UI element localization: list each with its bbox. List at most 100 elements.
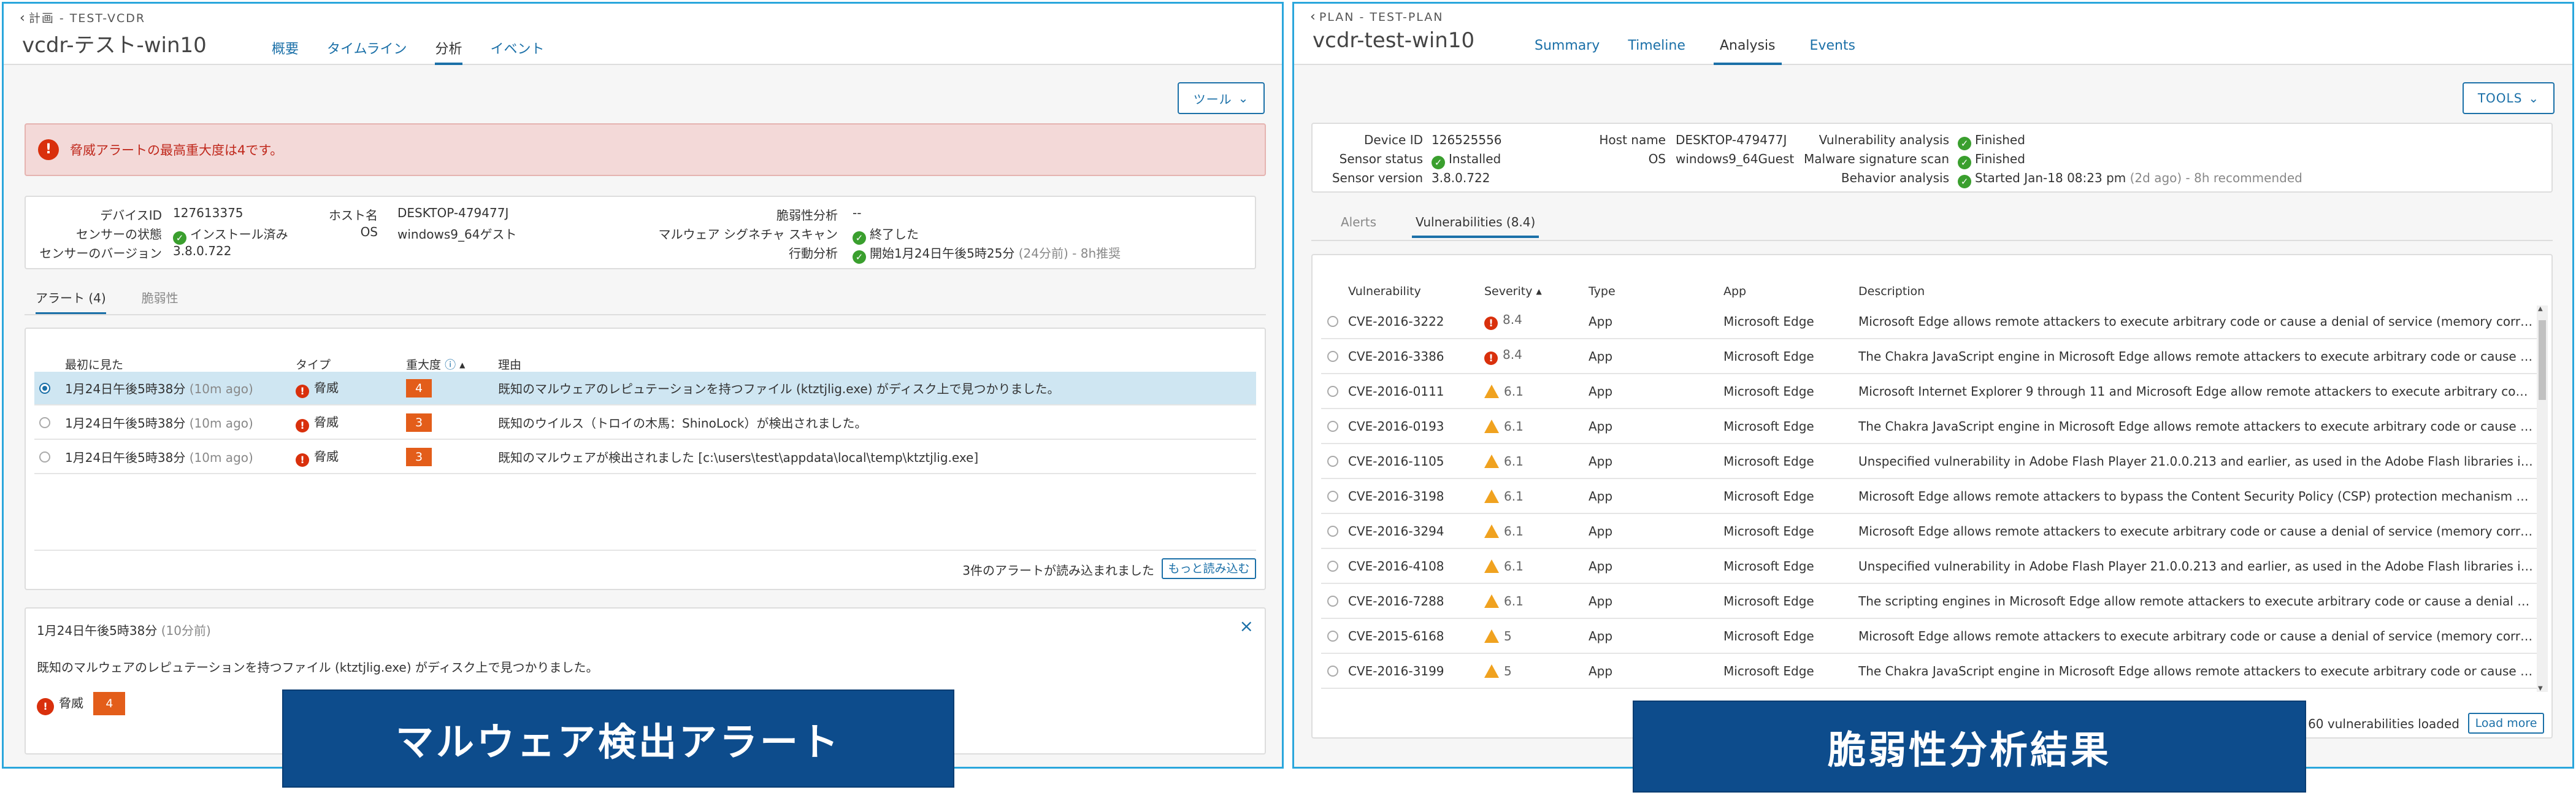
threat-icon: ! xyxy=(296,453,309,467)
scrollbar[interactable]: ▲ ▼ xyxy=(2537,305,2548,692)
device-id-label: Device ID xyxy=(1363,132,1423,147)
scroll-up-icon[interactable]: ▲ xyxy=(2538,305,2543,312)
row-severity: 6.1 xyxy=(1484,594,1524,609)
tab-alerts[interactable]: アラート (4) xyxy=(36,288,106,315)
col-type[interactable]: タイプ xyxy=(296,356,331,372)
table-row[interactable]: CVE-2016-0193 6.1 App Microsoft Edge The Cha… xyxy=(1321,409,2537,444)
malware-scan-value: ✓ 終了した xyxy=(853,225,919,245)
row-type: App xyxy=(1589,313,1613,329)
breadcrumb[interactable]: ‹ 計画 - TEST-VCDR xyxy=(20,9,145,26)
table-row[interactable]: CVE-2016-3199 5 App Microsoft Edge The Chakr… xyxy=(1321,654,2537,689)
sensor-status-label: センサーの状態 xyxy=(76,227,162,242)
tab-summary[interactable]: 概要 xyxy=(272,36,299,65)
row-description: Unspecified vulnerability in Adobe Flash… xyxy=(1858,558,2533,574)
behavior-analysis-label: Behavior analysis xyxy=(1841,171,1949,185)
tab-events[interactable]: Events xyxy=(1810,36,1856,65)
table-row[interactable]: CVE-2016-4108 6.1 App Microsoft Edge Unspeci… xyxy=(1321,549,2537,584)
tab-vulnerabilities[interactable]: 脆弱性 xyxy=(142,288,178,315)
table-row[interactable]: CVE-2016-1105 6.1 App Microsoft Edge Unspeci… xyxy=(1321,444,2537,479)
row-radio[interactable] xyxy=(39,451,50,463)
row-app: Microsoft Edge xyxy=(1723,593,1814,609)
load-more-button[interactable]: もっと読み込む xyxy=(1162,558,1256,579)
table-row[interactable]: CVE-2015-6168 5 App Microsoft Edge Microsoft… xyxy=(1321,619,2537,654)
malware-scan-label: マルウェア シグネチャ スキャン xyxy=(658,227,838,242)
row-radio[interactable] xyxy=(1327,525,1338,537)
row-cve[interactable]: CVE-2016-4108 xyxy=(1348,559,1444,574)
row-radio[interactable] xyxy=(1327,455,1338,467)
row-description: The Chakra JavaScript engine in Microsof… xyxy=(1858,348,2533,364)
table-row[interactable]: CVE-2016-0111 6.1 App Microsoft Edge Microso… xyxy=(1321,374,2537,409)
row-radio[interactable] xyxy=(1327,630,1338,642)
tab-events[interactable]: イベント xyxy=(491,36,545,65)
table-row[interactable]: CVE-2016-3386 ! 8.4 App Microsoft Edge The Ch… xyxy=(1321,339,2537,374)
col-reason[interactable]: 理由 xyxy=(498,356,521,372)
scrollbar-thumb[interactable] xyxy=(2539,320,2546,400)
row-cve[interactable]: CVE-2016-1105 xyxy=(1348,454,1444,469)
row-radio[interactable] xyxy=(1327,385,1338,397)
row-cve[interactable]: CVE-2016-7288 xyxy=(1348,594,1444,609)
tab-analysis[interactable]: 分析 xyxy=(435,36,462,65)
tools-button[interactable]: TOOLS ⌄ xyxy=(2463,82,2555,114)
row-type: App xyxy=(1589,418,1613,434)
row-radio[interactable] xyxy=(1327,420,1338,432)
col-severity[interactable]: Severity ▲ xyxy=(1484,285,1542,298)
row-radio[interactable] xyxy=(39,382,50,394)
tools-button[interactable]: ツール ⌄ xyxy=(1178,82,1265,114)
tab-timeline[interactable]: タイムライン xyxy=(327,36,407,65)
row-radio[interactable] xyxy=(1327,560,1338,572)
table-row[interactable]: CVE-2016-3198 6.1 App Microsoft Edge Microso… xyxy=(1321,479,2537,514)
close-icon[interactable]: × xyxy=(1240,616,1254,636)
behavior-analysis-value: ✓ Started Jan-18 08:23 pm (2d ago) - 8h r… xyxy=(1958,171,2302,188)
row-radio[interactable] xyxy=(1327,595,1338,607)
row-cve[interactable]: CVE-2016-3386 xyxy=(1348,349,1444,364)
row-radio[interactable] xyxy=(1327,665,1338,677)
alert-error-icon: ! xyxy=(38,139,59,160)
severity-badge: 4 xyxy=(406,378,432,398)
col-first-seen[interactable]: 最初に見た xyxy=(65,356,123,372)
table-row[interactable]: CVE-2016-3294 6.1 App Microsoft Edge Microso… xyxy=(1321,514,2537,549)
row-cve[interactable]: CVE-2015-6168 xyxy=(1348,629,1444,643)
row-cve[interactable]: CVE-2016-3198 xyxy=(1348,489,1444,504)
row-cve[interactable]: CVE-2016-0111 xyxy=(1348,384,1444,399)
warning-icon xyxy=(1484,629,1499,643)
table-row[interactable]: 1月24日午後5時38分 (10m ago) ! 脅威 4 既知のマルウェアのレピ… xyxy=(34,372,1256,405)
row-radio[interactable] xyxy=(1327,350,1338,362)
sensor-status-value: ✓ インストール済み xyxy=(173,225,288,245)
row-radio[interactable] xyxy=(39,417,50,428)
row-description: Microsoft Edge allows remote attackers t… xyxy=(1858,523,2533,539)
row-radio[interactable] xyxy=(1327,490,1338,502)
table-footer-divider xyxy=(34,550,1256,551)
col-severity[interactable]: 重大度 ⓘ ▲ xyxy=(406,356,465,372)
tab-vulnerabilities[interactable]: Vulnerabilities (8.4) xyxy=(1412,215,1539,238)
load-more-button[interactable]: Load more xyxy=(2468,713,2544,734)
row-cve[interactable]: CVE-2016-3222 xyxy=(1348,314,1444,329)
row-type: ! 脅威 xyxy=(296,447,339,467)
tab-alerts[interactable]: Alerts xyxy=(1341,215,1376,238)
row-radio[interactable] xyxy=(1327,315,1338,327)
caption-vulnerability-results: 脆弱性分析結果 xyxy=(1633,701,2306,793)
table-row[interactable]: 1月24日午後5時38分 (10m ago) ! 脅威 3 既知のマルウェアが検出… xyxy=(34,440,1256,474)
device-id-label: デバイスID xyxy=(100,208,162,223)
row-app: Microsoft Edge xyxy=(1723,418,1814,434)
table-row[interactable]: CVE-2016-3222 ! 8.4 App Microsoft Edge Micros… xyxy=(1321,304,2537,339)
tab-analysis[interactable]: Analysis xyxy=(1713,36,1782,65)
row-type: App xyxy=(1589,488,1613,504)
table-row[interactable]: CVE-2016-7288 6.1 App Microsoft Edge The scr… xyxy=(1321,584,2537,619)
info-icon[interactable]: ⓘ xyxy=(445,359,456,372)
row-cve[interactable]: CVE-2016-3294 xyxy=(1348,524,1444,539)
row-severity: 5 xyxy=(1484,629,1512,643)
breadcrumb[interactable]: ‹ PLAN - TEST-PLAN xyxy=(1310,9,1444,25)
tab-summary[interactable]: Summary xyxy=(1535,36,1600,65)
row-cve[interactable]: CVE-2016-0193 xyxy=(1348,419,1444,434)
scroll-down-icon[interactable]: ▼ xyxy=(2538,685,2543,692)
table-row[interactable]: 1月24日午後5時38分 (10m ago) ! 脅威 3 既知のウイルス（トロイ… xyxy=(34,406,1256,440)
col-type[interactable]: Type xyxy=(1589,285,1616,298)
critical-icon: ! xyxy=(1484,317,1498,330)
col-description[interactable]: Description xyxy=(1858,285,1925,298)
row-cve[interactable]: CVE-2016-3199 xyxy=(1348,664,1444,678)
check-icon: ✓ xyxy=(1958,175,1971,188)
col-vulnerability[interactable]: Vulnerability xyxy=(1348,285,1421,298)
row-reason: 既知のウイルス（トロイの木馬：ShinoLock）が検出されました。 xyxy=(498,416,867,431)
tab-timeline[interactable]: Timeline xyxy=(1628,36,1685,65)
col-app[interactable]: App xyxy=(1723,285,1746,298)
